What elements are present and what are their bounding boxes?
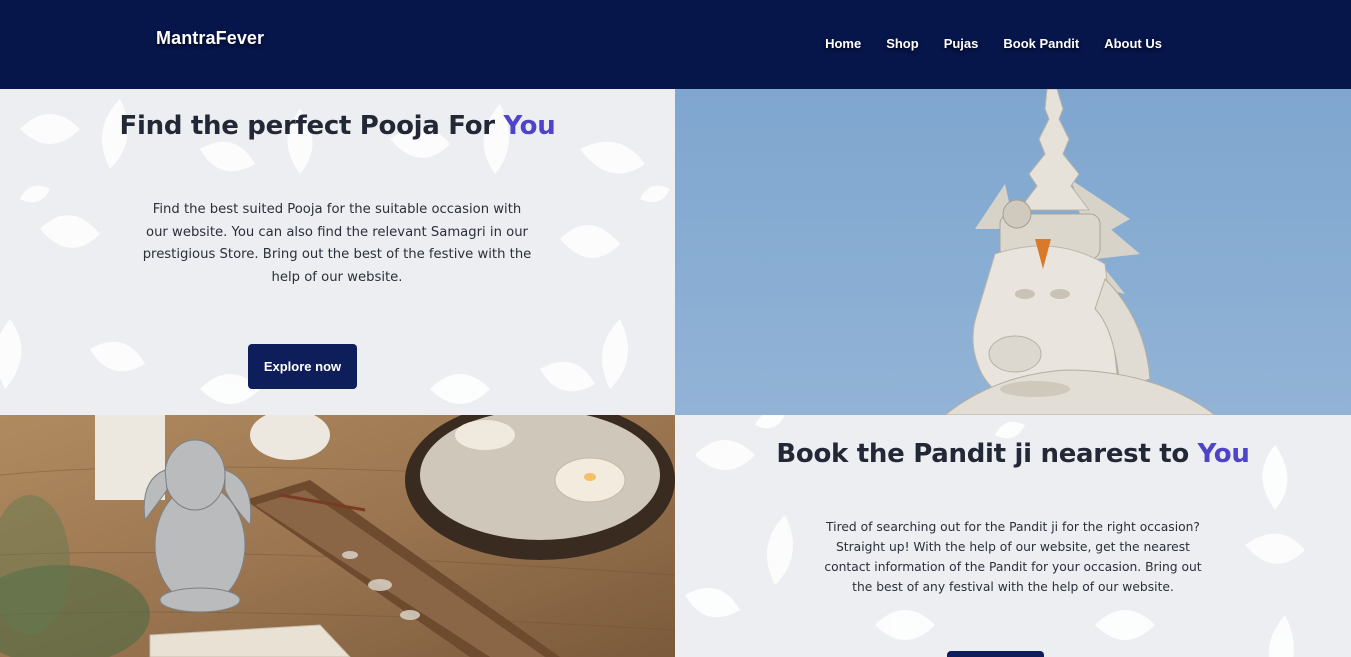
nav-shop[interactable]: Shop xyxy=(886,36,919,51)
pandit-title: Book the Pandit ji nearest to You xyxy=(675,439,1351,469)
brand-logo[interactable]: MantraFever xyxy=(156,28,264,49)
pandit-button[interactable] xyxy=(947,651,1044,657)
hero-title-main: Find the perfect Pooja For xyxy=(119,111,504,141)
main-nav: Home Shop Pujas Book Pandit About Us xyxy=(825,36,1162,51)
pandit-title-main: Book the Pandit ji nearest to xyxy=(776,439,1198,469)
hanuman-statue-image xyxy=(675,89,1351,415)
pandit-section: Book the Pandit ji nearest to You Tired … xyxy=(675,415,1351,657)
pandit-description: Tired of searching out for the Pandit ji… xyxy=(824,520,1202,594)
explore-now-button[interactable]: Explore now xyxy=(248,344,357,389)
hero-description: Find the best suited Pooja for the suita… xyxy=(142,202,532,285)
navbar: MantraFever Home Shop Pujas Book Pandit … xyxy=(0,0,1351,89)
pandit-title-accent: You xyxy=(1197,439,1250,469)
hero-section: Find the perfect Pooja For You Find the … xyxy=(0,89,675,415)
nav-home[interactable]: Home xyxy=(825,36,861,51)
nav-about-us[interactable]: About Us xyxy=(1104,36,1162,51)
hero-title-accent: You xyxy=(503,111,556,141)
ganesha-incense-illustration xyxy=(0,415,675,657)
hero-title: Find the perfect Pooja For You xyxy=(0,111,675,141)
hanuman-statue-illustration xyxy=(944,89,1216,415)
ganesha-incense-image xyxy=(0,415,675,657)
nav-book-pandit[interactable]: Book Pandit xyxy=(1003,36,1079,51)
nav-pujas[interactable]: Pujas xyxy=(944,36,979,51)
